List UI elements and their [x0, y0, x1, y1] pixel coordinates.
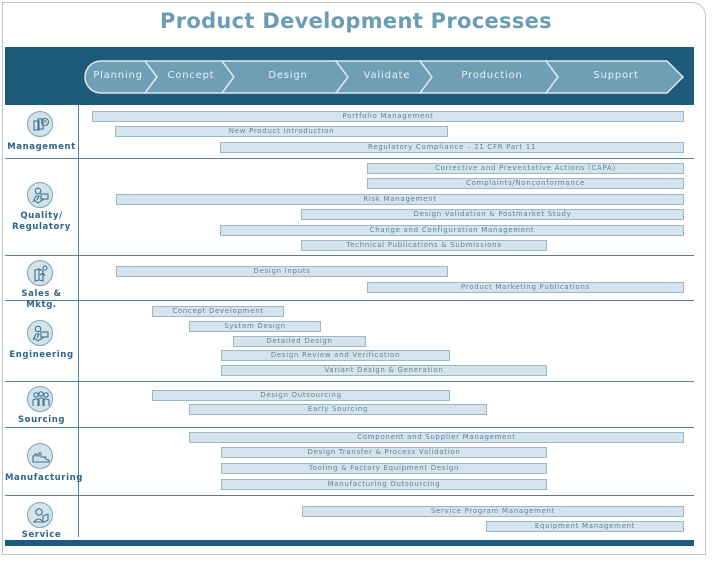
row-divider [5, 495, 694, 496]
phase-label-planning: Planning [93, 70, 143, 81]
phase-label-production: Production [461, 70, 523, 81]
group-people-icon [27, 386, 53, 412]
process-bar-early-sourcing: Early Sourcing [189, 404, 487, 415]
process-bar-design-validation: Design Validation & Postmarket Study [301, 209, 684, 220]
category-label: Service [21, 530, 62, 540]
map-person-icon [27, 260, 53, 286]
phase-label-concept: Concept [167, 70, 215, 81]
process-bar-capa: Corrective and Preventative Actions (CAP… [367, 163, 684, 174]
process-bar-design-inputs: Design Inputs [116, 266, 448, 277]
process-bar-technical-publications: Technical Publications & Submissions [301, 240, 547, 251]
row-divider [5, 300, 694, 301]
row-divider [5, 255, 694, 256]
process-bar-component-supplier: Component and Supplier Management [189, 432, 684, 443]
process-bar-system-design: System Design [189, 321, 321, 332]
process-bar-change-configuration: Change and Configuration Management [220, 225, 684, 236]
category-label: Manufacturing [5, 473, 83, 483]
process-bar-complaints-nonconformance: Complaints/Nonconformance [367, 178, 684, 189]
category-engineering: Engineering [5, 318, 78, 368]
documents-clock-icon [27, 111, 53, 137]
process-bar-tooling-factory: Tooling & Factory Equipment Design [221, 463, 547, 474]
process-bar-equipment-management: Equipment Management [486, 521, 684, 532]
process-bar-design-outsourcing: Design Outsourcing [152, 390, 450, 401]
person-computer-icon [27, 182, 53, 208]
category-service: Service [5, 500, 78, 542]
category-sourcing: Sourcing [5, 385, 78, 425]
process-bar-portfolio-management: Portfolio Management [92, 111, 684, 122]
process-bar-service-program: Service Program Management [302, 506, 684, 517]
category-quality-regulatory: Quality/ Regulatory [5, 180, 78, 240]
category-label: Sourcing [17, 415, 66, 425]
process-bar-manufacturing-outsourcing: Manufacturing Outsourcing [221, 479, 547, 490]
process-bar-concept-development: Concept Development [152, 306, 284, 317]
process-bar-product-marketing: Product Marketing Publications [367, 282, 684, 293]
process-bar-variant-design: Variant Design & Generation [221, 365, 547, 376]
factory-icon [27, 443, 53, 469]
process-bar-new-product-introduction: New Product Introduction [115, 126, 448, 137]
process-bar-detailed-design: Detailed Design [233, 336, 366, 347]
phase-label-support: Support [593, 70, 639, 81]
bottom-bar [5, 540, 694, 546]
phase-label-design: Design [268, 70, 308, 81]
process-bar-design-review: Design Review and Verification [221, 350, 450, 361]
category-sales-marketing: Sales & Mktg. [5, 258, 78, 310]
row-divider [5, 427, 694, 428]
process-bar-design-transfer: Design Transfer & Process Validation [221, 447, 547, 458]
process-bar-regulatory-compliance: Regulatory Compliance – 21 CFR Part 11 [220, 142, 684, 153]
category-label: Quality/ Regulatory [12, 211, 71, 232]
row-divider [5, 158, 694, 159]
category-label: Management [7, 142, 76, 152]
person-computer-icon [27, 320, 53, 346]
category-label: Engineering [9, 350, 74, 360]
person-document-icon [27, 502, 53, 528]
category-manufacturing: Manufacturing [5, 442, 83, 492]
row-divider [5, 381, 694, 382]
phase-label-validate: Validate [363, 70, 411, 81]
process-bar-risk-management: Risk Management [116, 194, 684, 205]
category-label: Sales & Mktg. [21, 289, 62, 310]
category-management: Management [5, 110, 78, 156]
